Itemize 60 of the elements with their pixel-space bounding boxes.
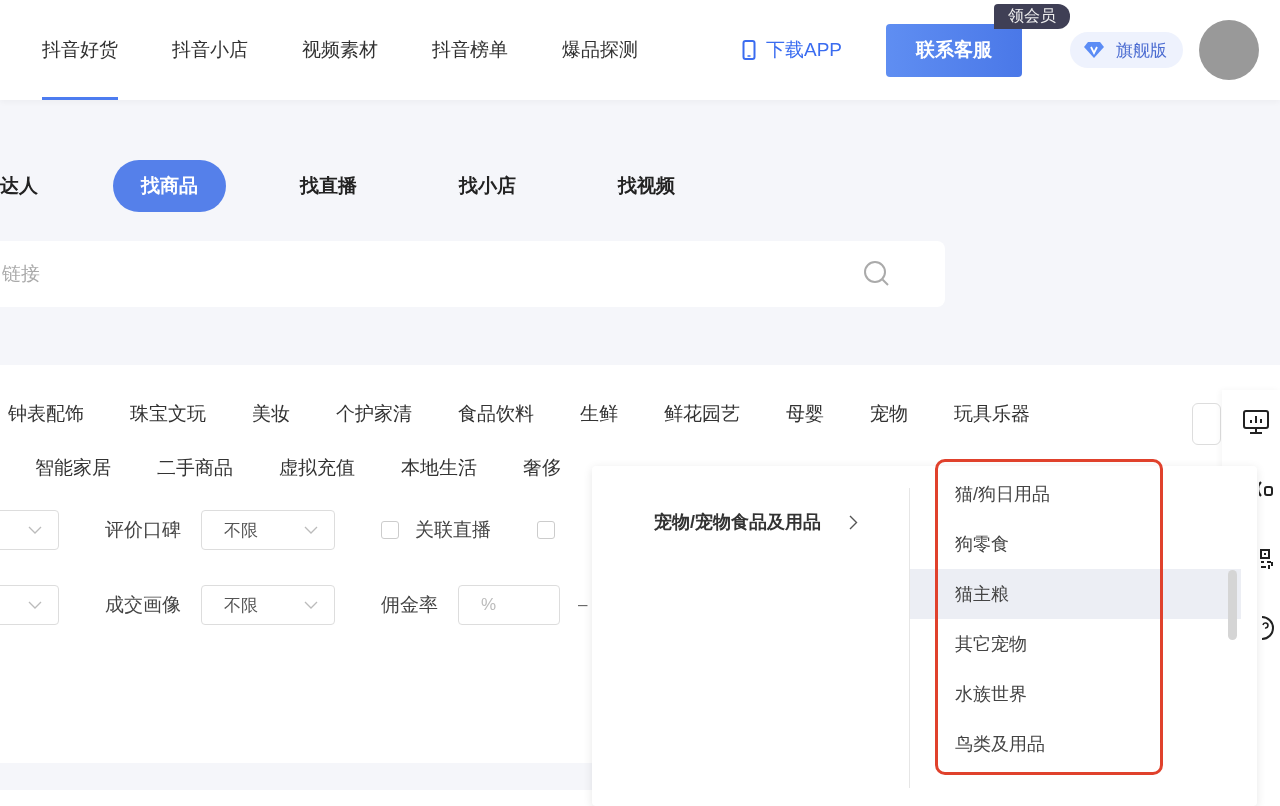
commission-input[interactable]: %: [458, 585, 560, 625]
search-tab[interactable]: 达人: [0, 160, 58, 212]
dropdown[interactable]: 不限: [201, 585, 335, 625]
category-link[interactable]: 奢侈: [523, 455, 561, 509]
search-tab[interactable]: 找商品: [113, 160, 226, 212]
category-link[interactable]: 宠物: [870, 401, 908, 455]
category-link[interactable]: 生鲜: [580, 401, 618, 455]
subcategory-option[interactable]: 猫/狗日用品: [910, 469, 1241, 519]
monitor-chart-icon[interactable]: [1242, 408, 1270, 436]
flagship-button[interactable]: 旗舰版: [1070, 32, 1184, 68]
category-link[interactable]: 美妆: [252, 401, 290, 455]
category-link[interactable]: 钟表配饰: [8, 401, 84, 455]
chevron-right-icon: [849, 515, 858, 530]
search-tab[interactable]: 找小店: [431, 160, 544, 212]
subcategory-option[interactable]: 猫主粮: [910, 569, 1241, 619]
subcategory-option[interactable]: 鸟类及用品: [910, 719, 1241, 769]
category-link[interactable]: 虚拟充值: [279, 455, 355, 509]
scrollbar-thumb[interactable]: [1228, 570, 1237, 640]
category-link[interactable]: 鲜花园艺: [664, 401, 740, 455]
nav-tab[interactable]: 视频素材: [302, 0, 378, 100]
contact-service-button[interactable]: 联系客服: [886, 23, 1023, 77]
category-link[interactable]: 珠宝文玩: [130, 401, 206, 455]
checkbox[interactable]: [381, 521, 399, 539]
chevron-down-icon: [304, 526, 318, 534]
subcategory-option[interactable]: 水族世界: [910, 669, 1241, 719]
search-field[interactable]: 链接: [0, 241, 945, 307]
membership-badge[interactable]: 领会员: [994, 3, 1071, 29]
search-tab[interactable]: 找视频: [590, 160, 703, 212]
chevron-down-icon: [28, 601, 42, 609]
subcategory-option[interactable]: 其它宠物: [910, 619, 1241, 669]
search-tab[interactable]: 找直播: [272, 160, 385, 212]
filter-label: 评价口碑: [105, 518, 181, 542]
category-link[interactable]: 二手商品: [157, 455, 233, 509]
nav-tab[interactable]: 抖音榜单: [432, 0, 508, 100]
filter-label: 佣金率: [381, 593, 438, 617]
help-icon[interactable]: [1260, 615, 1274, 641]
download-app-link[interactable]: 下载APP: [742, 37, 843, 63]
subcategory-option[interactable]: 狗零食: [910, 519, 1241, 569]
dropdown[interactable]: 不限: [201, 510, 335, 550]
qr-code-icon[interactable]: [1259, 548, 1275, 570]
range-dash: –: [578, 595, 588, 615]
nav-tab[interactable]: 抖音好货: [42, 0, 118, 100]
category-link[interactable]: 食品饮料: [458, 401, 534, 455]
checkbox-label: 关联直播: [415, 518, 491, 542]
category-link[interactable]: 个护家清: [336, 401, 412, 455]
filter-label: 成交画像: [105, 593, 181, 617]
chevron-down-icon: [28, 526, 42, 534]
category-link[interactable]: 母婴: [786, 401, 824, 455]
checkbox[interactable]: [537, 521, 555, 539]
chevron-down-icon: [304, 601, 318, 609]
category-link[interactable]: 本地生活: [401, 455, 477, 509]
category-link[interactable]: 智能家居: [35, 455, 111, 509]
more-button[interactable]: [1192, 403, 1221, 445]
category-link[interactable]: 玩具乐器: [954, 401, 1030, 455]
phone-icon: [742, 40, 756, 60]
search-icon: [863, 260, 891, 288]
category-option[interactable]: 宠物/宠物食品及用品: [654, 510, 821, 534]
nav-tab[interactable]: 抖音小店: [172, 0, 248, 100]
nav-tab[interactable]: 爆品探测: [562, 0, 638, 100]
diamond-icon: [1084, 41, 1105, 59]
